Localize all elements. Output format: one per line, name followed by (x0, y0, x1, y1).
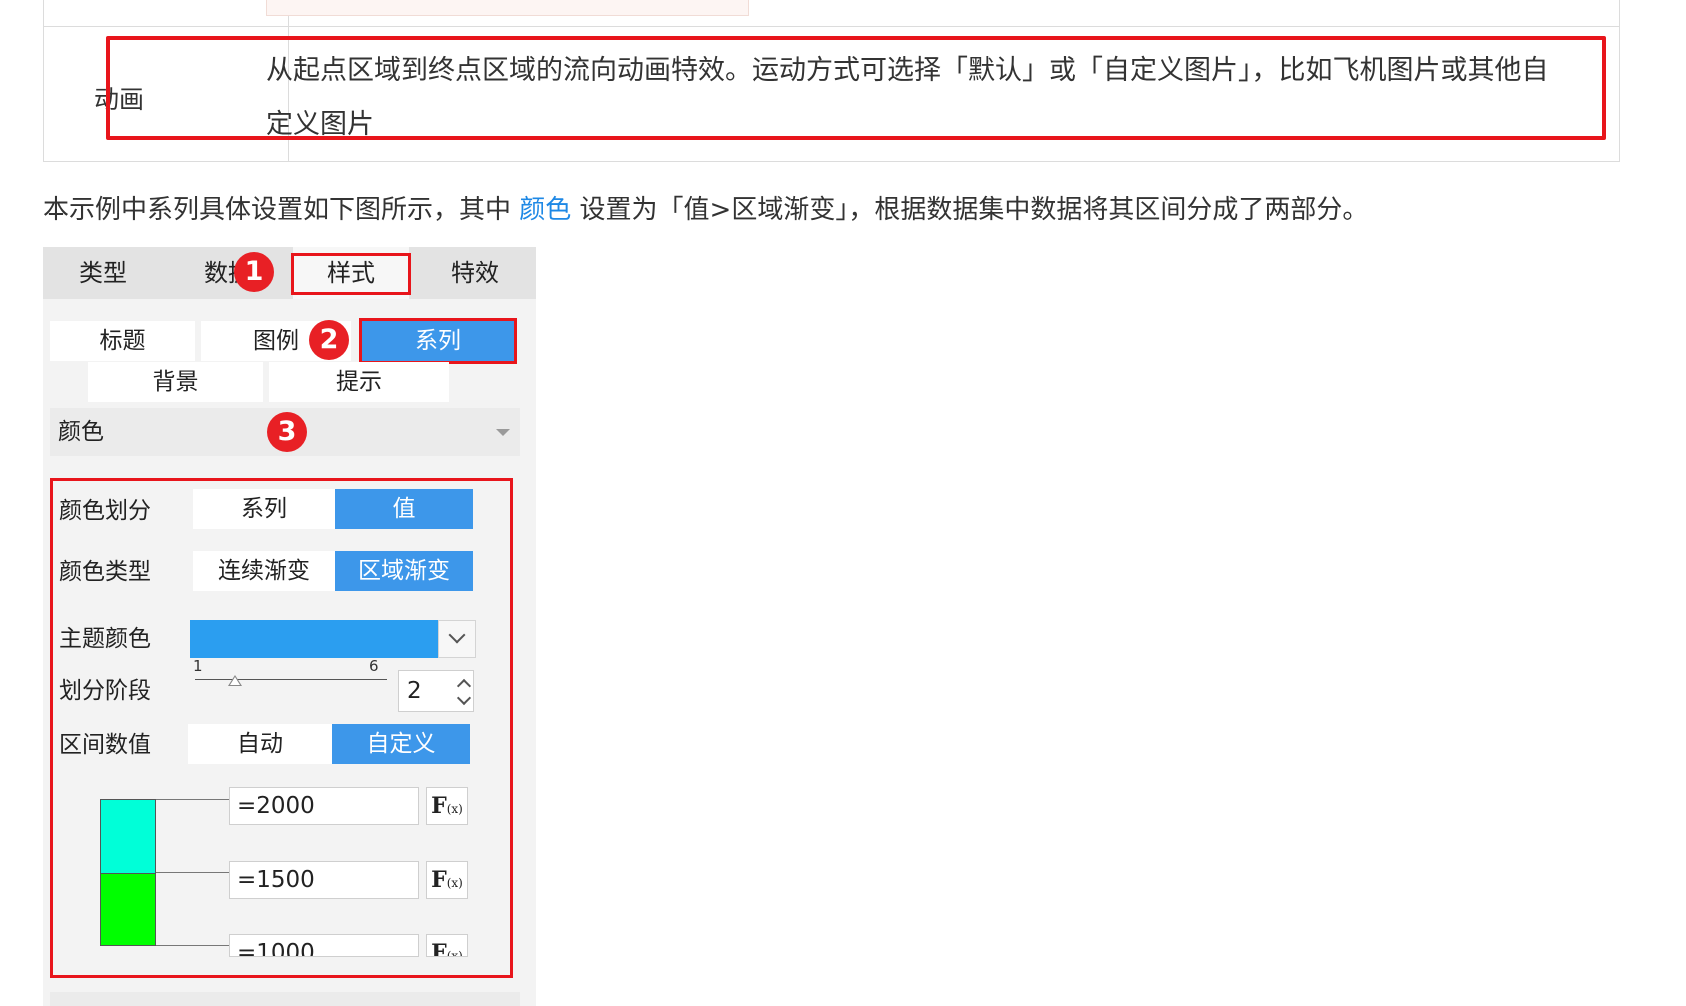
series-settings-panel: 类型 数据 样式 特效 1 标题 图例 系列 2 背景 提示 颜色 3 颜色划分… (43, 247, 536, 1006)
paragraph-text-before: 本示例中系列具体设置如下图所示，其中 (43, 195, 520, 225)
tab-type[interactable]: 类型 (43, 247, 163, 299)
highlight-box-color-settings (50, 478, 513, 978)
next-section-header[interactable] (50, 992, 520, 1006)
step-badge-1: 1 (234, 252, 274, 292)
chevron-down-icon (496, 429, 510, 436)
highlight-box-animation-row (106, 36, 1606, 140)
color-doc-link[interactable]: 颜色 (519, 195, 571, 225)
previous-row-code-snippet (266, 0, 749, 16)
description-paragraph: 本示例中系列具体设置如下图所示，其中 颜色 设置为「值>区域渐变」，根据数据集中… (43, 189, 1368, 226)
step-badge-2: 2 (309, 320, 349, 360)
subtab-title[interactable]: 标题 (50, 321, 195, 361)
tab-effects[interactable]: 特效 (415, 247, 535, 299)
top-tab-bar: 类型 数据 样式 特效 (43, 247, 536, 299)
table-row-divider (44, 26, 1619, 27)
subtab-tooltip[interactable]: 提示 (269, 362, 449, 402)
highlight-box-series-subtab (359, 318, 517, 364)
subtab-background[interactable]: 背景 (88, 362, 263, 402)
highlight-box-style-tab (291, 253, 411, 295)
color-section-label: 颜色 (58, 419, 104, 445)
step-badge-3: 3 (267, 412, 307, 452)
paragraph-text-after: 设置为「值>区域渐变」，根据数据集中数据将其区间分成了两部分。 (571, 195, 1369, 225)
